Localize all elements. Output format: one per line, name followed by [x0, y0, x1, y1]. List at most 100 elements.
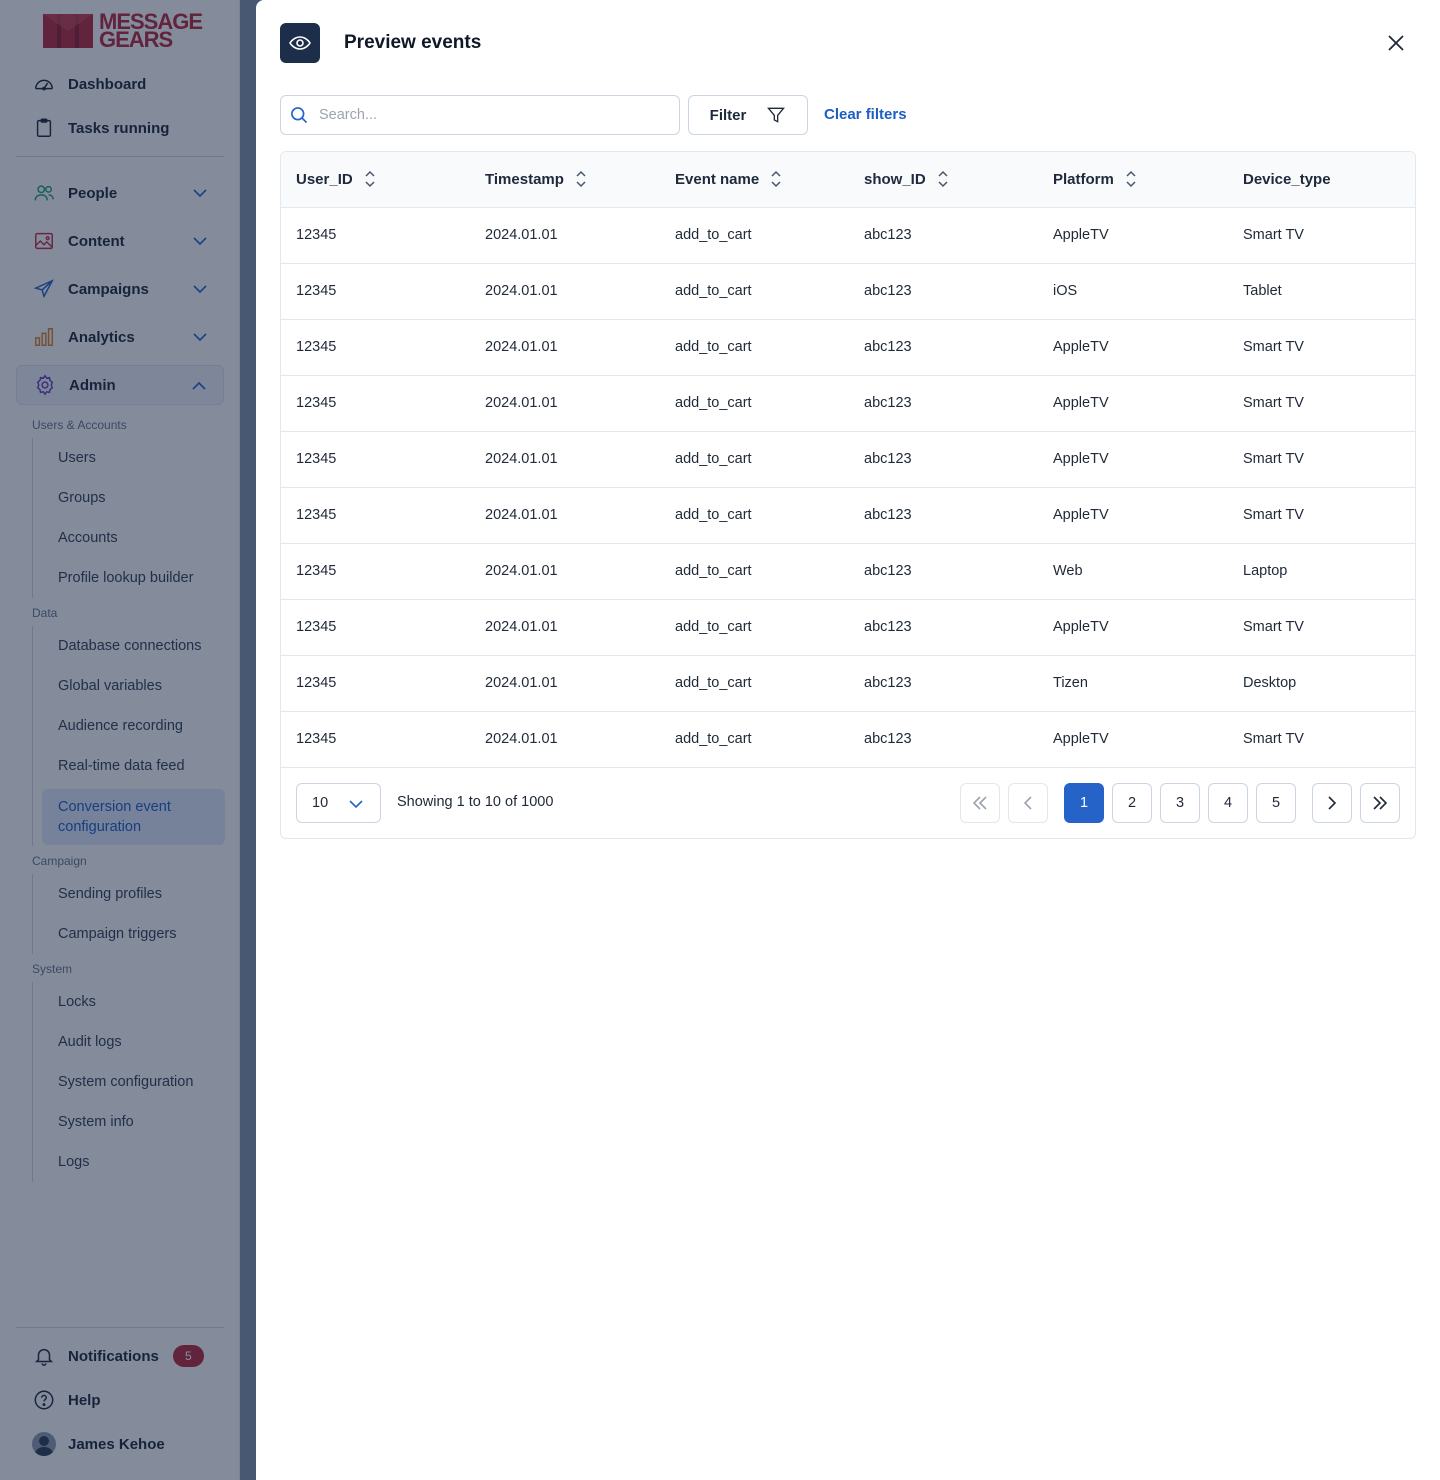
filter-button[interactable]: Filter [688, 95, 808, 135]
table-cell: abc123 [849, 431, 1038, 488]
table-cell: Desktop [1228, 655, 1415, 712]
table-cell: add_to_cart [660, 599, 849, 656]
sort-icon[interactable] [363, 169, 377, 189]
table-cell: abc123 [849, 543, 1038, 600]
column-header-show-id[interactable]: show_ID [849, 152, 1038, 208]
page-button-4[interactable]: 4 [1208, 783, 1248, 823]
table-cell: add_to_cart [660, 431, 849, 488]
page-size-select[interactable]: 10 [296, 783, 381, 823]
table-cell: 12345 [281, 487, 470, 544]
clear-filters-link[interactable]: Clear filters [824, 106, 907, 123]
eye-icon [280, 23, 320, 63]
table-cell: abc123 [849, 207, 1038, 264]
table-cell: Smart TV [1228, 207, 1415, 264]
table-cell: 12345 [281, 431, 470, 488]
table-cell: AppleTV [1038, 319, 1228, 376]
page-button-1[interactable]: 1 [1064, 783, 1104, 823]
table-cell: 12345 [281, 263, 470, 320]
next-page-button[interactable] [1312, 783, 1352, 823]
table-row[interactable]: 12345 2024.01.01 add_to_cart abc123 AppleTV S… [281, 711, 1415, 768]
events-table-container: User_ID Timestamp Event name show_ID Pla… [280, 151, 1416, 839]
sort-icon[interactable] [936, 169, 950, 189]
table-pagination-footer: 10 Showing 1 to 10 of 1000 1 2 3 4 5 [281, 767, 1415, 838]
column-header-platform[interactable]: Platform [1038, 152, 1228, 208]
preview-events-panel: Preview events Filter Clear filters User… [256, 0, 1440, 1480]
table-cell: 2024.01.01 [470, 431, 660, 488]
table-cell: Smart TV [1228, 319, 1415, 376]
table-row[interactable]: 12345 2024.01.01 add_to_cart abc123 AppleTV S… [281, 599, 1415, 656]
last-page-button[interactable] [1360, 783, 1400, 823]
table-cell: 12345 [281, 711, 470, 768]
column-header-timestamp[interactable]: Timestamp [470, 152, 660, 208]
table-row[interactable]: 12345 2024.01.01 add_to_cart abc123 AppleTV S… [281, 319, 1415, 376]
table-cell: add_to_cart [660, 543, 849, 600]
table-cell: Smart TV [1228, 599, 1415, 656]
table-cell: AppleTV [1038, 487, 1228, 544]
table-cell: 2024.01.01 [470, 655, 660, 712]
table-cell: add_to_cart [660, 263, 849, 320]
events-table: User_ID Timestamp Event name show_ID Pla… [281, 152, 1415, 768]
table-header-row: User_ID Timestamp Event name show_ID Pla… [281, 152, 1415, 208]
table-cell: iOS [1038, 263, 1228, 320]
table-cell: 2024.01.01 [470, 263, 660, 320]
table-cell: Smart TV [1228, 375, 1415, 432]
table-cell: 2024.01.01 [470, 543, 660, 600]
column-header-label: show_ID [864, 170, 926, 188]
table-cell: abc123 [849, 599, 1038, 656]
table-cell: Laptop [1228, 543, 1415, 600]
chevron-left-icon [1023, 796, 1032, 810]
sort-icon[interactable] [769, 169, 783, 189]
page-size-value: 10 [312, 795, 329, 811]
close-icon [1388, 35, 1404, 51]
table-cell: add_to_cart [660, 487, 849, 544]
table-body: 12345 2024.01.01 add_to_cart abc123 AppleTV S… [281, 207, 1415, 768]
table-cell: 12345 [281, 375, 470, 432]
table-cell: Web [1038, 543, 1228, 600]
column-header-label: Timestamp [485, 170, 564, 188]
table-cell: 12345 [281, 599, 470, 656]
table-row[interactable]: 12345 2024.01.01 add_to_cart abc123 iOS Table… [281, 263, 1415, 320]
table-row[interactable]: 12345 2024.01.01 add_to_cart abc123 Tizen Des… [281, 655, 1415, 712]
sort-icon[interactable] [1124, 169, 1138, 189]
column-header-device-type: Device_type [1228, 152, 1415, 208]
search-box[interactable] [280, 95, 680, 135]
search-icon [291, 107, 308, 124]
table-cell: 2024.01.01 [470, 711, 660, 768]
table-cell: 2024.01.01 [470, 599, 660, 656]
table-row[interactable]: 12345 2024.01.01 add_to_cart abc123 AppleTV S… [281, 431, 1415, 488]
column-header-label: User_ID [296, 170, 353, 188]
chevrons-right-icon [1373, 796, 1388, 810]
table-cell: abc123 [849, 711, 1038, 768]
table-cell: AppleTV [1038, 431, 1228, 488]
table-row[interactable]: 12345 2024.01.01 add_to_cart abc123 AppleTV S… [281, 487, 1415, 544]
close-button[interactable] [1384, 31, 1408, 55]
table-row[interactable]: 12345 2024.01.01 add_to_cart abc123 AppleTV S… [281, 375, 1415, 432]
chevron-down-icon [349, 800, 363, 809]
table-cell: Smart TV [1228, 431, 1415, 488]
column-header-user-id[interactable]: User_ID [281, 152, 470, 208]
table-cell: abc123 [849, 319, 1038, 376]
table-cell: AppleTV [1038, 711, 1228, 768]
table-cell: Tablet [1228, 263, 1415, 320]
table-cell: 2024.01.01 [470, 487, 660, 544]
table-row[interactable]: 12345 2024.01.01 add_to_cart abc123 AppleTV S… [281, 207, 1415, 264]
table-cell: abc123 [849, 655, 1038, 712]
column-header-event-name[interactable]: Event name [660, 152, 849, 208]
table-cell: add_to_cart [660, 711, 849, 768]
column-header-label: Device_type [1243, 170, 1331, 188]
page-button-5[interactable]: 5 [1256, 783, 1296, 823]
table-cell: 2024.01.01 [470, 375, 660, 432]
page-button-2[interactable]: 2 [1112, 783, 1152, 823]
previous-page-button[interactable] [1008, 783, 1048, 823]
page-button-3[interactable]: 3 [1160, 783, 1200, 823]
filter-button-label: Filter [709, 106, 747, 124]
table-row[interactable]: 12345 2024.01.01 add_to_cart abc123 Web Lapto… [281, 543, 1415, 600]
search-input[interactable] [319, 107, 659, 123]
table-cell: AppleTV [1038, 599, 1228, 656]
table-cell: 2024.01.01 [470, 207, 660, 264]
table-cell: Smart TV [1228, 711, 1415, 768]
first-page-button[interactable] [960, 783, 1000, 823]
showing-count-text: Showing 1 to 10 of 1000 [397, 794, 554, 810]
table-cell: Smart TV [1228, 487, 1415, 544]
sort-icon[interactable] [574, 169, 588, 189]
